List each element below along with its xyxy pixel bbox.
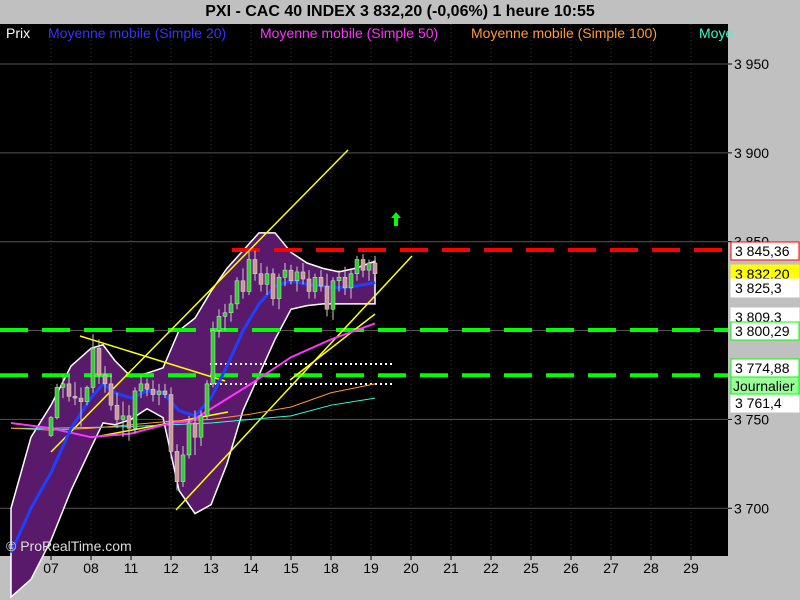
candle-body [108,383,114,406]
candle-body [162,390,168,395]
candle-body [174,451,180,482]
candle-body [186,422,192,456]
candle-body [336,276,342,282]
candle-body [78,397,84,402]
candle-body [198,415,204,438]
candle-body [90,348,96,388]
candle-body [360,259,366,271]
candle-body [372,262,378,274]
chart-canvas[interactable]: 3 9503 9003 8503 7503 700 07081112131415… [0,0,800,600]
x-tick-label: 08 [83,560,99,576]
x-tick-label: 27 [603,560,619,576]
candle-body [204,383,210,417]
price-label: 3 845,36 [735,243,790,259]
y-tick-label: 3 950 [734,56,769,72]
candle-body [48,417,54,436]
candle-body [264,273,270,285]
candle-body [132,390,138,429]
candle-body [294,271,300,282]
candle-body [84,387,90,402]
candle-body [96,348,102,376]
x-tick-label: 22 [483,560,499,576]
x-tick-label: 26 [563,560,579,576]
x-tick-label: 25 [523,560,539,576]
x-tick-label: 18 [323,560,339,576]
candle-body [66,383,72,397]
candle-body [330,280,336,310]
candle-body [240,280,246,292]
x-tick-label: 07 [43,560,59,576]
x-tick-label: 15 [283,560,299,576]
x-tick-label: 19 [363,560,379,576]
candle-body [120,415,126,420]
price-labels: 3 845,363 832,203 825,33 809,33 800,293 … [730,241,800,413]
candle-body [180,454,186,482]
candle-body [126,415,132,429]
legend-item: Moye [699,25,733,41]
candle-body [210,330,216,385]
candle-body [114,404,120,420]
candle-body [168,394,174,452]
candle-body [246,259,252,292]
candle-body [312,276,318,292]
candle-body [348,273,354,289]
x-tick-label: 21 [443,560,459,576]
candle-body [228,303,234,314]
candle-body [258,273,264,285]
x-tick-label: 12 [163,560,179,576]
candle-body [366,262,372,271]
candle-body [276,276,282,299]
candle-body [234,280,240,305]
candle-body [54,387,60,418]
candle-body [342,276,348,289]
candle-body [318,276,324,287]
price-label: 3 761,4 [735,395,782,411]
candle-body [222,312,228,317]
candle-body [144,383,150,390]
candle-body [216,316,222,331]
legend-item: Moyenne mobile (Simple 100) [471,25,657,41]
candle-body [288,269,294,282]
x-tick-label: 11 [124,560,139,576]
y-tick-label: 3 700 [734,500,769,516]
x-tick-label: 29 [683,560,699,576]
y-tick-label: 3 750 [734,411,769,427]
candle-body [324,285,330,310]
candle-body [150,388,156,395]
legend-item: Moyenne mobile (Simple 20) [48,25,226,41]
candle-body [282,269,288,278]
x-tick-label: 28 [643,560,659,576]
price-label: 3 825,3 [735,280,782,296]
x-tick-label: 20 [403,560,419,576]
candle-body [192,422,198,438]
legend-item: Moyenne mobile (Simple 50) [260,25,438,41]
candle-body [354,259,360,274]
x-tick-label: 14 [243,560,259,576]
candle-body [72,396,78,399]
candle-body [300,271,306,280]
legend-item: Prix [6,25,30,41]
candle-body [156,390,162,395]
candle-body [138,383,144,392]
timeframe-badge: Journalier [733,378,795,394]
price-label: 3 800,29 [735,323,790,339]
legend: Prix Moyenne mobile (Simple 20) Moyenne mo… [6,25,733,41]
candle-body [60,383,66,388]
x-tick-label: 13 [203,560,219,576]
candle-body [102,374,108,385]
candle-body [252,259,258,274]
candle-body [306,278,312,292]
watermark: © ProRealTime.com [6,538,132,554]
price-label: 3 774,88 [735,360,790,376]
candle-body [270,273,276,299]
y-tick-label: 3 900 [734,145,769,161]
